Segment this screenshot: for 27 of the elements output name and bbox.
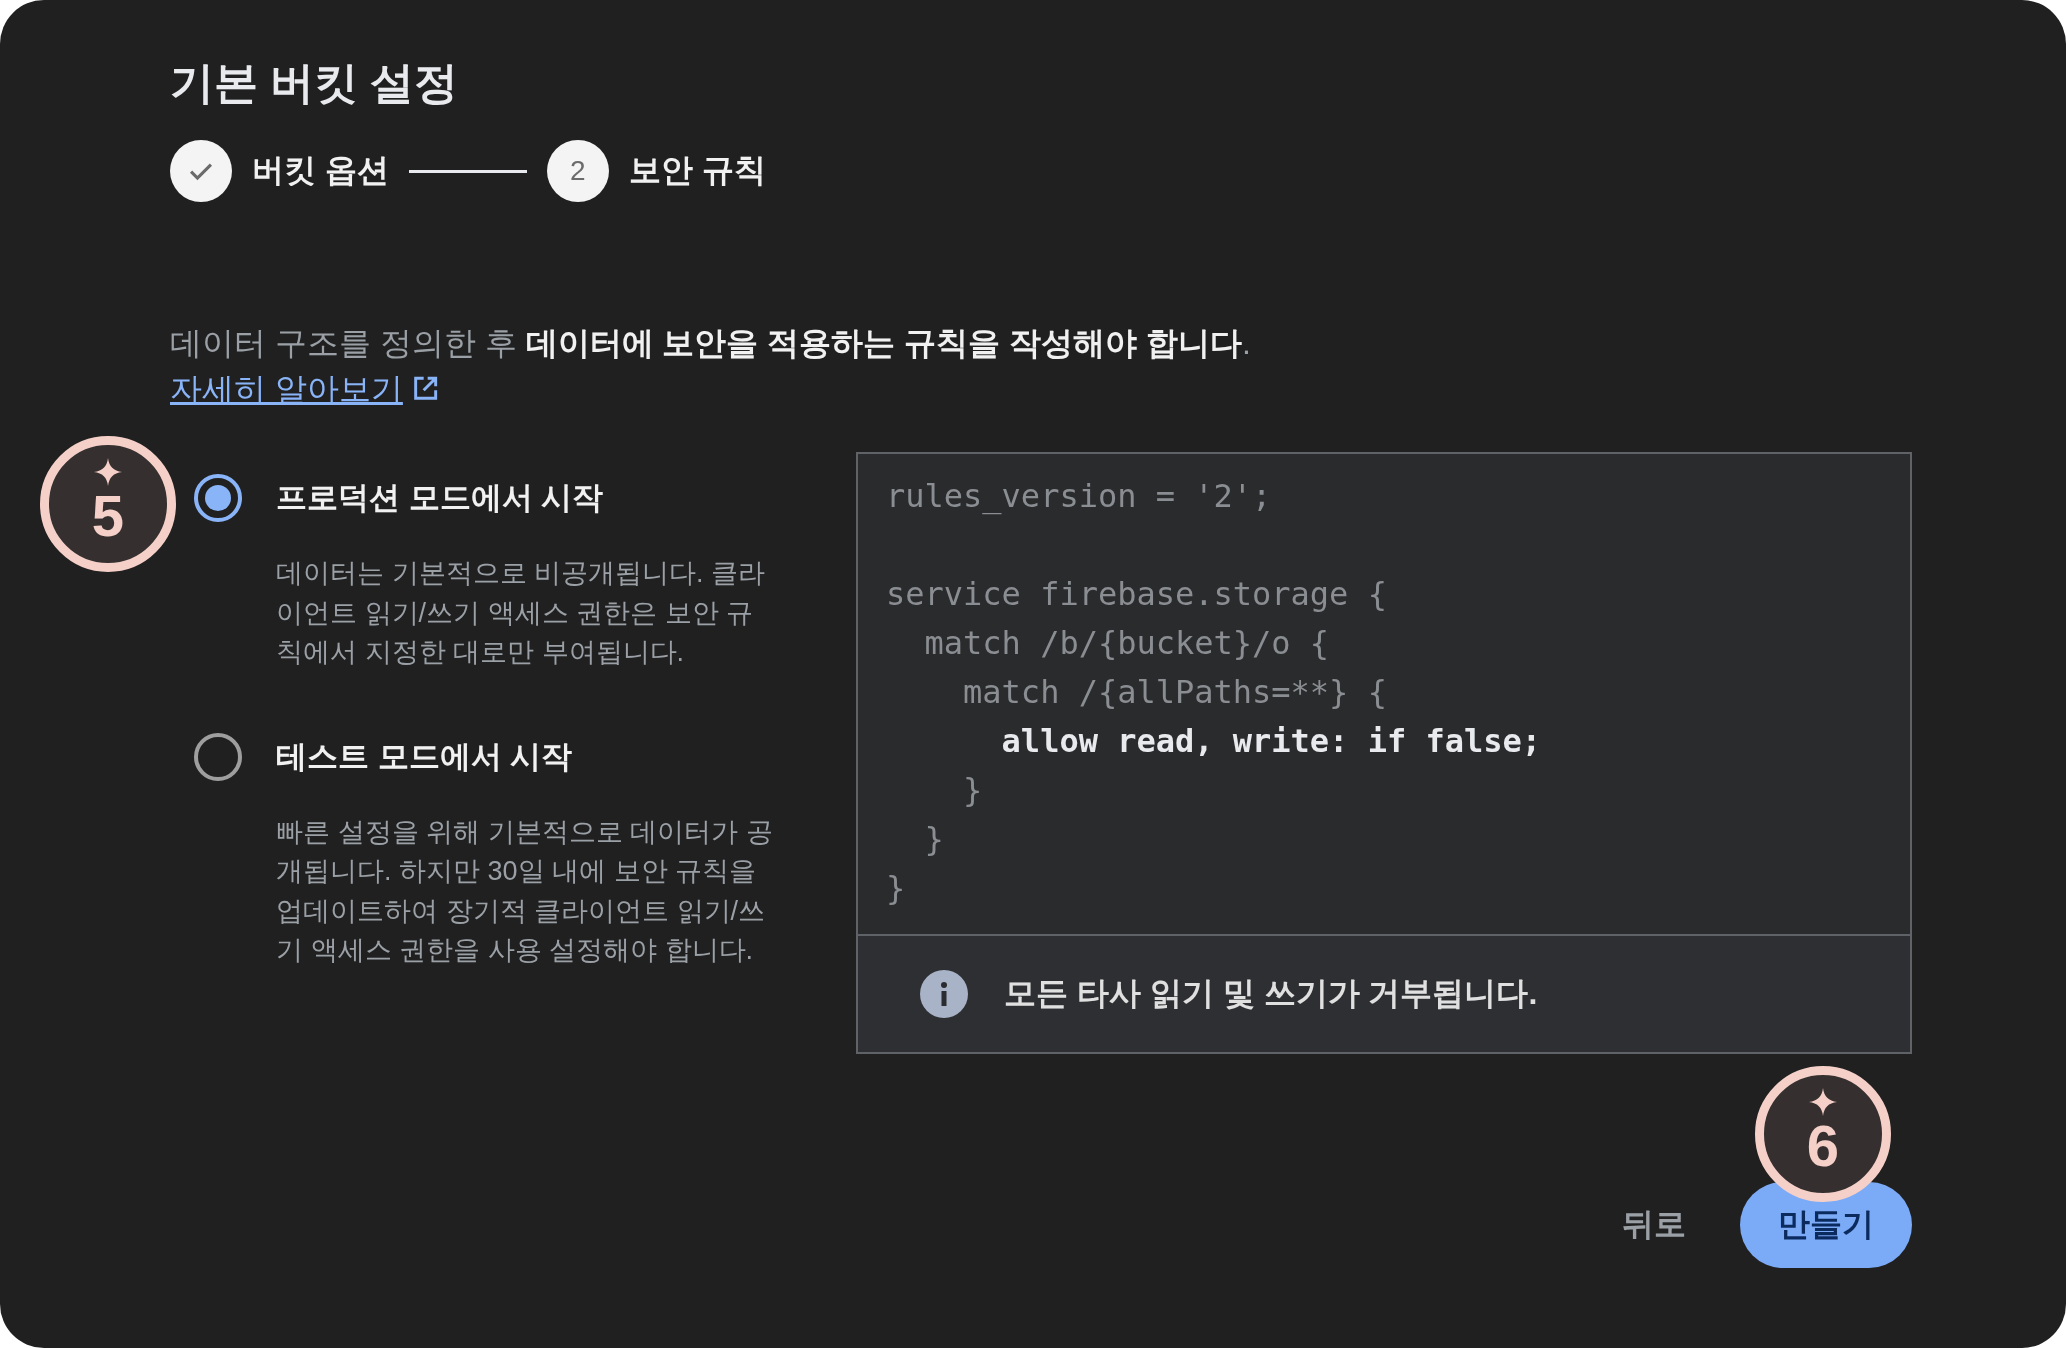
radio-button[interactable] [194,474,242,522]
code-line: } [923,820,944,858]
step-callout: 5 [40,436,176,572]
option-description: 데이터는 기본적으로 비공개됩니다. 클라이언트 읽기/쓰기 액세스 권한은 보안 규칙에서 지정한 대로만 부여됩니다. [276,557,766,669]
step-indicator: 2 [546,140,609,202]
intro-text: 데이터 구조를 정의한 후 데이터에 보안을 적용하는 규칙을 작성해야 합니다. [170,324,1252,363]
step-label: 보안 규칙 [628,151,766,190]
code-line: rules_version = '2'; [886,477,1272,515]
code-line: allow read, write: if false; [1000,722,1542,760]
code-line: service firebase.storage { [886,575,1387,613]
sparkle-icon [94,458,122,486]
step-callout: 6 [1755,1066,1891,1202]
sparkle-icon [1809,1088,1837,1116]
back-button[interactable]: 뒤로 [1616,1185,1692,1265]
code-line: match /{allPaths=**} { [962,673,1387,711]
code-line: } [962,771,983,809]
option-label: 테스트 모드에서 시작 [276,737,574,776]
code-line: } [886,869,906,907]
step-label: 버킷 옵션 [252,151,389,190]
create-button[interactable]: 만들기 [1740,1182,1912,1268]
dialog-title: 기본 버킷 설정 [170,57,460,109]
option-label: 프로덕션 모드에서 시작 [276,479,605,517]
code-line: match /b/{bucket}/o { [923,624,1330,662]
radio-button[interactable] [194,732,242,781]
option-description: 빠른 설정을 위해 기본적으로 데이터가 공개됩니다. 하지만 30일 내에 보안 규칙을 업데이트하여 장기적 클라이언트 읽기/쓰기 액세스 권한을 사용 설정해야 합니다. [276,815,774,967]
notice-text: 모든 타사 읽기 및 쓰기가 거부됩니다. [1004,974,1538,1013]
info-icon [920,970,968,1018]
